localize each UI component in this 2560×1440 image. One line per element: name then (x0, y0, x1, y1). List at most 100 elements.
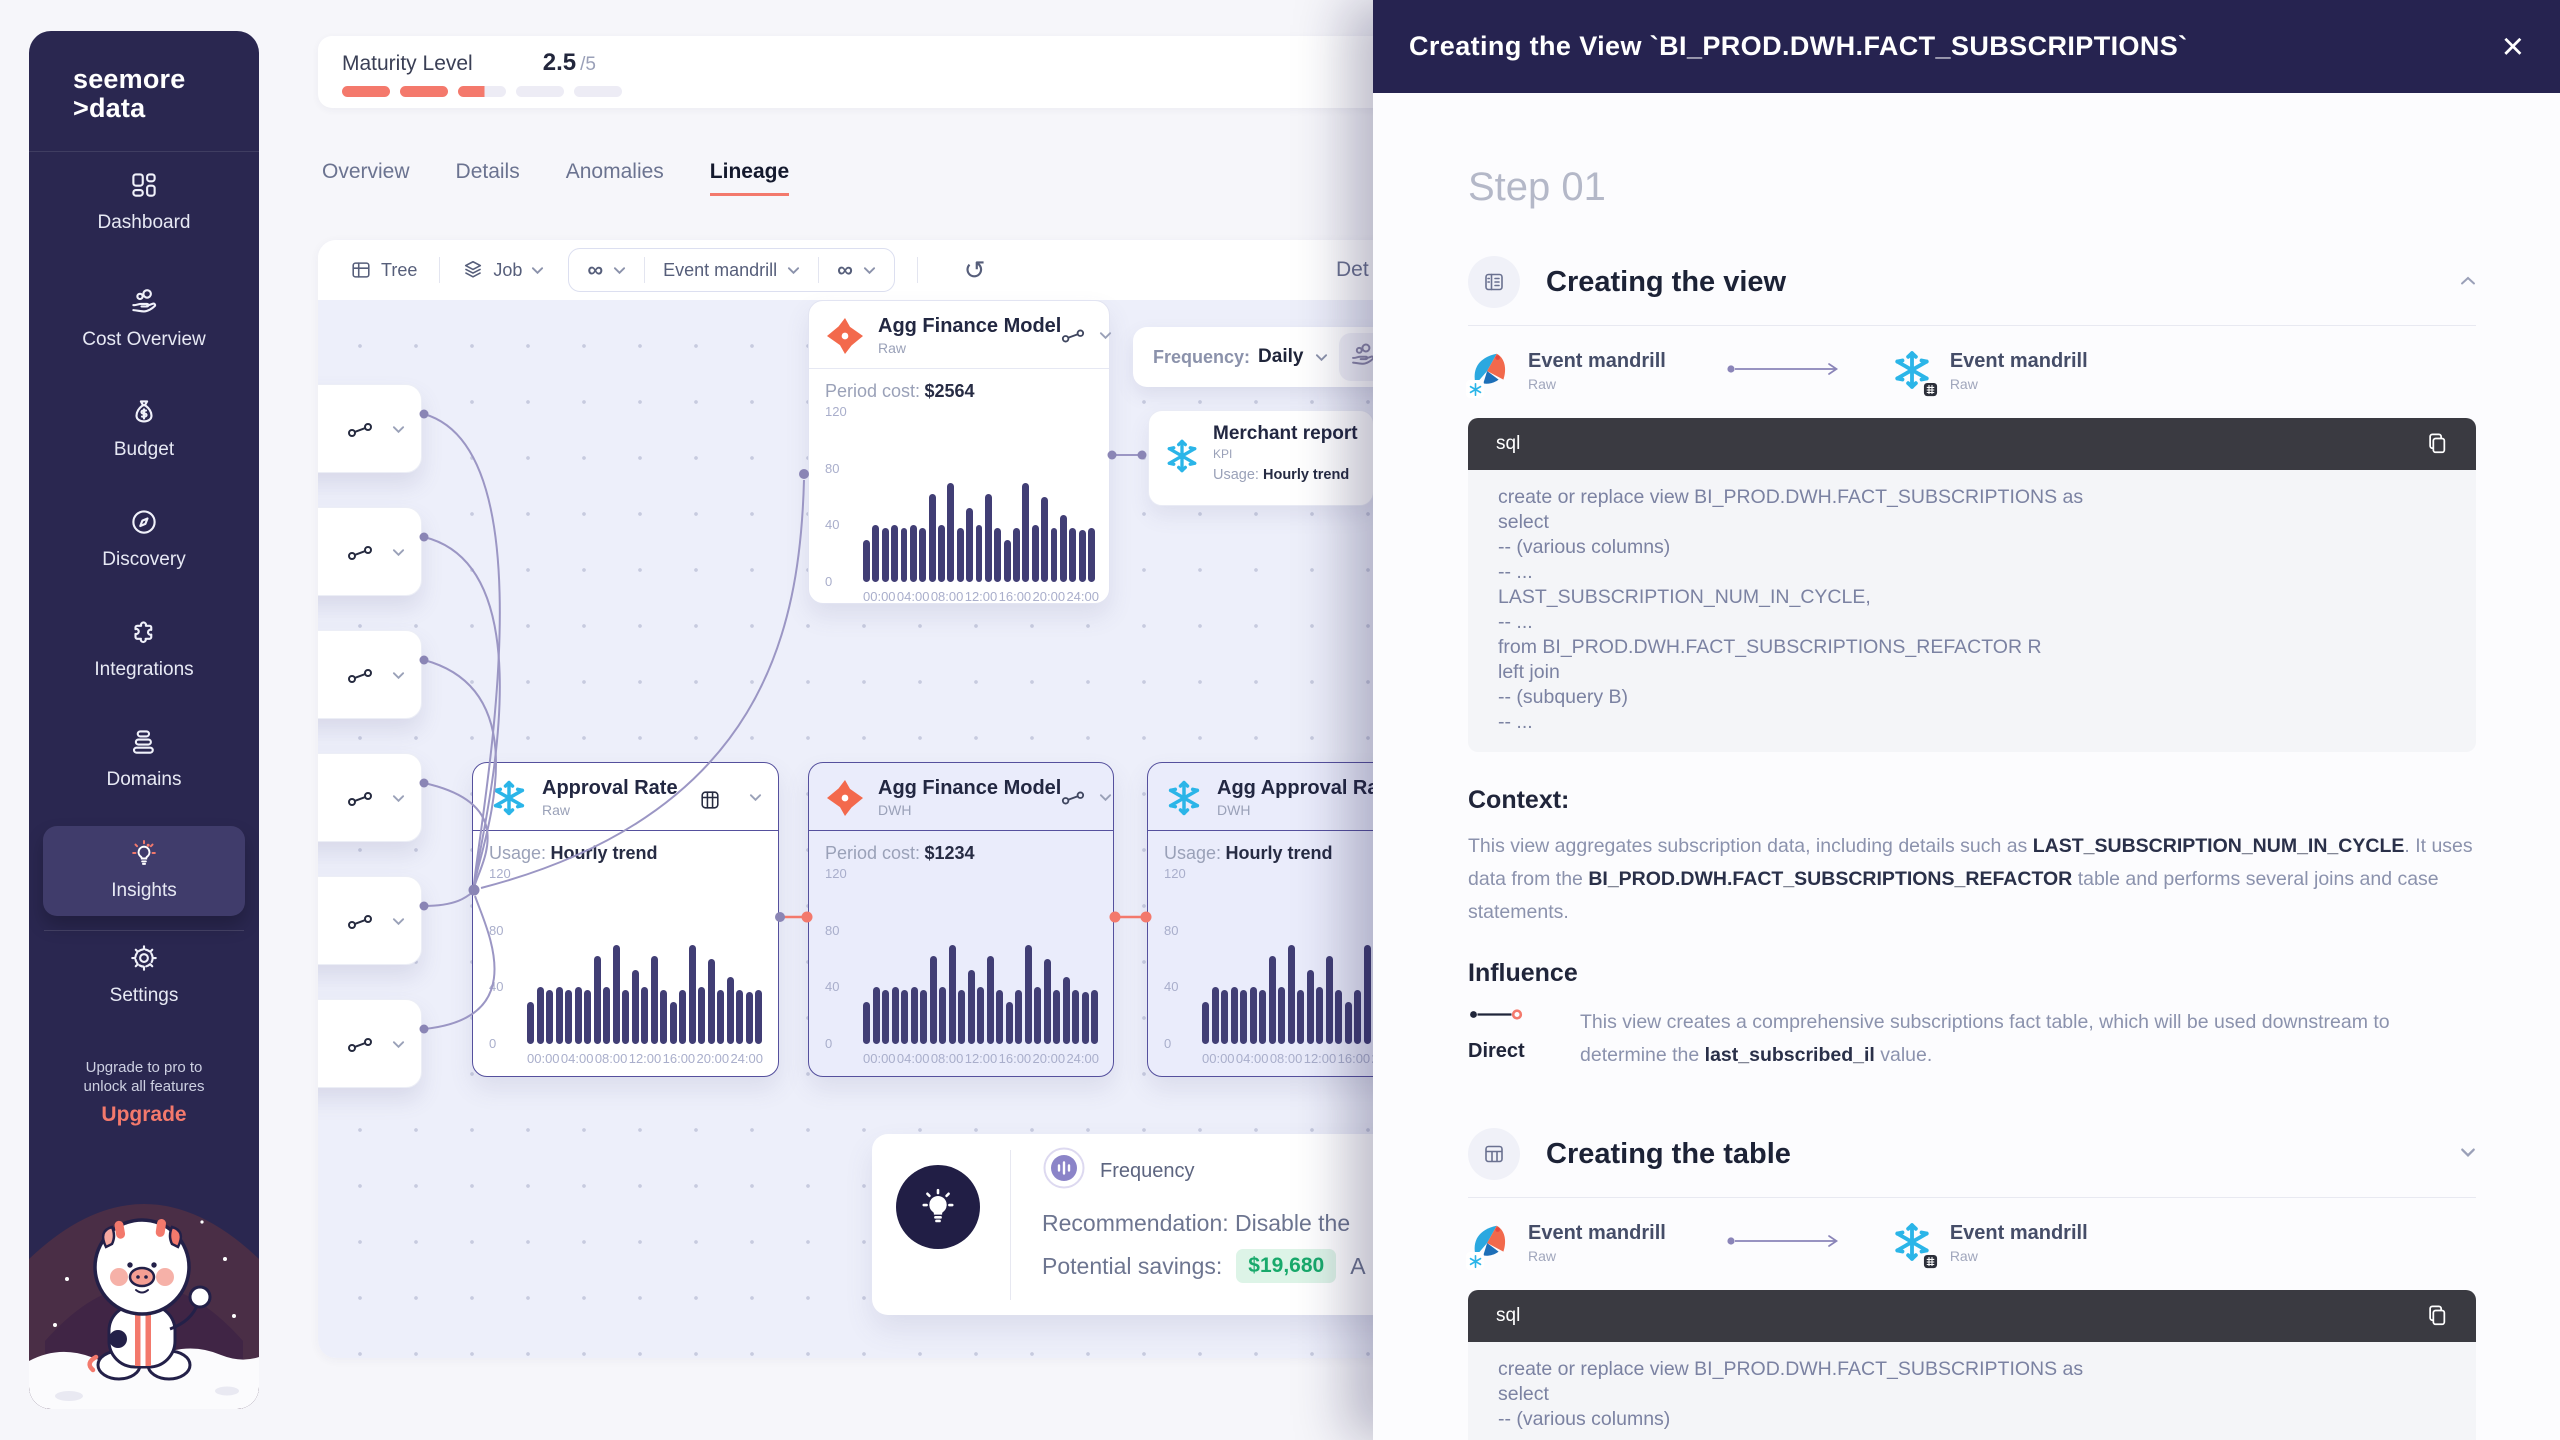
maturity-label: Maturity Level (342, 52, 473, 76)
chevron-down-icon[interactable] (392, 548, 405, 557)
snowflake-icon (1890, 348, 1936, 394)
sidebar-divider (44, 930, 244, 931)
node-merchant-report[interactable]: Merchant report KPI Usage: Hourly trend (1148, 410, 1374, 506)
chevron-down-icon[interactable] (392, 425, 405, 434)
recommendation-divider (1010, 1150, 1011, 1300)
sidebar-item-cost-overview[interactable]: Cost Overview (29, 287, 259, 351)
sidebar-item-label: Dashboard (29, 212, 259, 234)
node-approval-rate[interactable]: Approval Rate Raw Usage: Hourly trend 12… (472, 762, 779, 1077)
chevron-down-icon[interactable] (392, 671, 405, 680)
collapsed-node[interactable] (318, 630, 422, 719)
sidebar-item-insights[interactable]: Insights (43, 826, 245, 916)
sidebar-item-integrations[interactable]: Integrations (29, 617, 259, 681)
flow-from-sublabel: Raw (1528, 1248, 1666, 1264)
chevron-down-icon[interactable] (1315, 353, 1328, 362)
lineage-link-icon (347, 914, 373, 929)
node-subtitle: KPI (1213, 447, 1358, 461)
section-creating-the-table: Creating the table Event mandrill Raw (1468, 1128, 2476, 1440)
sql-code-block: sql create or replace view BI_PROD.DWH.F… (1468, 418, 2476, 752)
section-creating-the-view: Creating the view Event mandrill Raw (1468, 256, 2476, 1072)
copy-icon[interactable] (2426, 431, 2448, 457)
lineage-filter-group: ∞ Event mandrill ∞ (568, 248, 894, 292)
influence-type-label: Direct (1468, 1040, 1564, 1063)
lineage-link-icon[interactable] (1061, 327, 1085, 345)
flow-to-label: Event mandrill (1950, 350, 2088, 373)
context-paragraph: This view aggregates subscription data, … (1468, 830, 2476, 929)
step-label: Step 01 (1468, 165, 2476, 210)
chevron-down-icon[interactable] (392, 1040, 405, 1049)
node-subtitle: Raw (542, 802, 699, 818)
table-icon[interactable] (699, 789, 723, 807)
sql-language-label: sql (1496, 433, 2426, 455)
chevron-down-icon[interactable] (1099, 331, 1112, 340)
details-clipped-label[interactable]: Det (1336, 258, 1369, 282)
sidebar-item-label: Discovery (29, 549, 259, 571)
frequency-value-dropdown[interactable]: Daily (1258, 346, 1303, 368)
collapsed-node[interactable] (318, 384, 422, 473)
chevron-up-icon[interactable] (2460, 273, 2476, 291)
upgrade-button[interactable]: Upgrade (29, 1102, 259, 1128)
collapsed-node[interactable] (318, 507, 422, 596)
sidebar: seemore >data DashboardCost OverviewBudg… (29, 31, 259, 1409)
influence-text: This view creates a comprehensive subscr… (1580, 1006, 2476, 1072)
collapsed-node[interactable] (318, 999, 422, 1088)
view-card-icon (1468, 256, 1520, 308)
node-agg-finance-model-dwh[interactable]: Agg Finance Model DWH Period cost: $1234… (808, 762, 1114, 1077)
usage-label: Usage: (1164, 843, 1221, 863)
node-agg-finance-model-raw[interactable]: Agg Finance Model Raw Period cost: $2564… (808, 300, 1110, 604)
sidebar-item-label: Integrations (29, 659, 259, 681)
section-header[interactable]: Creating the table (1468, 1128, 2476, 1180)
collapsed-node[interactable] (318, 876, 422, 965)
toolbar-separator (439, 257, 440, 283)
chevron-down-icon[interactable] (392, 794, 405, 803)
upstream-depth-dropdown[interactable]: ∞ (569, 257, 644, 283)
sidebar-item-domains[interactable]: Domains (29, 727, 259, 791)
insights-icon (129, 838, 159, 868)
lineage-link-icon (347, 1037, 373, 1052)
flow-arrow-icon (1726, 1234, 1846, 1253)
usage-label: Usage: (1213, 467, 1259, 483)
chevron-down-icon[interactable] (392, 917, 405, 926)
savings-badge: $19,680 (1236, 1249, 1336, 1283)
tab-anomalies[interactable]: Anomalies (566, 160, 664, 196)
job-dropdown[interactable]: Job (462, 259, 544, 281)
chevron-down-icon[interactable] (749, 793, 762, 802)
close-icon[interactable]: × (2502, 28, 2524, 66)
sidebar-item-budget[interactable]: Budget (29, 397, 259, 461)
maturity-total: /5 (580, 54, 596, 76)
metric-label: Period cost: (825, 381, 920, 401)
section-divider (1468, 1197, 2476, 1198)
section-header[interactable]: Creating the view (1468, 256, 2476, 308)
reset-view-button[interactable]: ↺ (964, 257, 986, 283)
mandrill-icon (1468, 1220, 1514, 1266)
tab-lineage[interactable]: Lineage (710, 160, 789, 196)
snowflake-icon (1890, 1220, 1936, 1266)
maturity-segment (400, 86, 448, 97)
sidebar-item-dashboard[interactable]: Dashboard (29, 170, 259, 234)
collapsed-node[interactable] (318, 753, 422, 842)
copy-icon[interactable] (2426, 1303, 2448, 1329)
chevron-down-icon[interactable] (2460, 1145, 2476, 1163)
sidebar-item-label: Domains (29, 769, 259, 791)
tab-overview[interactable]: Overview (322, 160, 410, 196)
chevron-down-icon[interactable] (1099, 793, 1112, 802)
frequency-ring-icon (1042, 1146, 1086, 1196)
downstream-depth-dropdown[interactable]: ∞ (819, 257, 894, 283)
tab-details[interactable]: Details (456, 160, 520, 196)
infinity-icon: ∞ (837, 257, 853, 283)
maturity-value: 2.5 (543, 49, 576, 77)
tree-icon (350, 259, 372, 281)
node-subtitle: DWH (878, 802, 1061, 818)
lineage-flow-row: Event mandrill Raw Event mandrill Raw (1468, 1220, 2476, 1266)
flow-arrow-icon (1726, 362, 1846, 381)
lineage-link-icon[interactable] (1061, 789, 1085, 807)
section-title: Creating the view (1546, 266, 2460, 299)
tree-view-button[interactable]: Tree (350, 259, 417, 281)
sql-code-content: create or replace view BI_PROD.DWH.FACT_… (1468, 1342, 2476, 1440)
sidebar-item-settings[interactable]: Settings (29, 943, 259, 1007)
sidebar-item-discovery[interactable]: Discovery (29, 507, 259, 571)
flow-from-label: Event mandrill (1528, 1222, 1666, 1245)
maturity-segment (458, 86, 506, 97)
lightbulb-icon (896, 1165, 980, 1249)
node-filter-dropdown[interactable]: Event mandrill (645, 260, 818, 281)
